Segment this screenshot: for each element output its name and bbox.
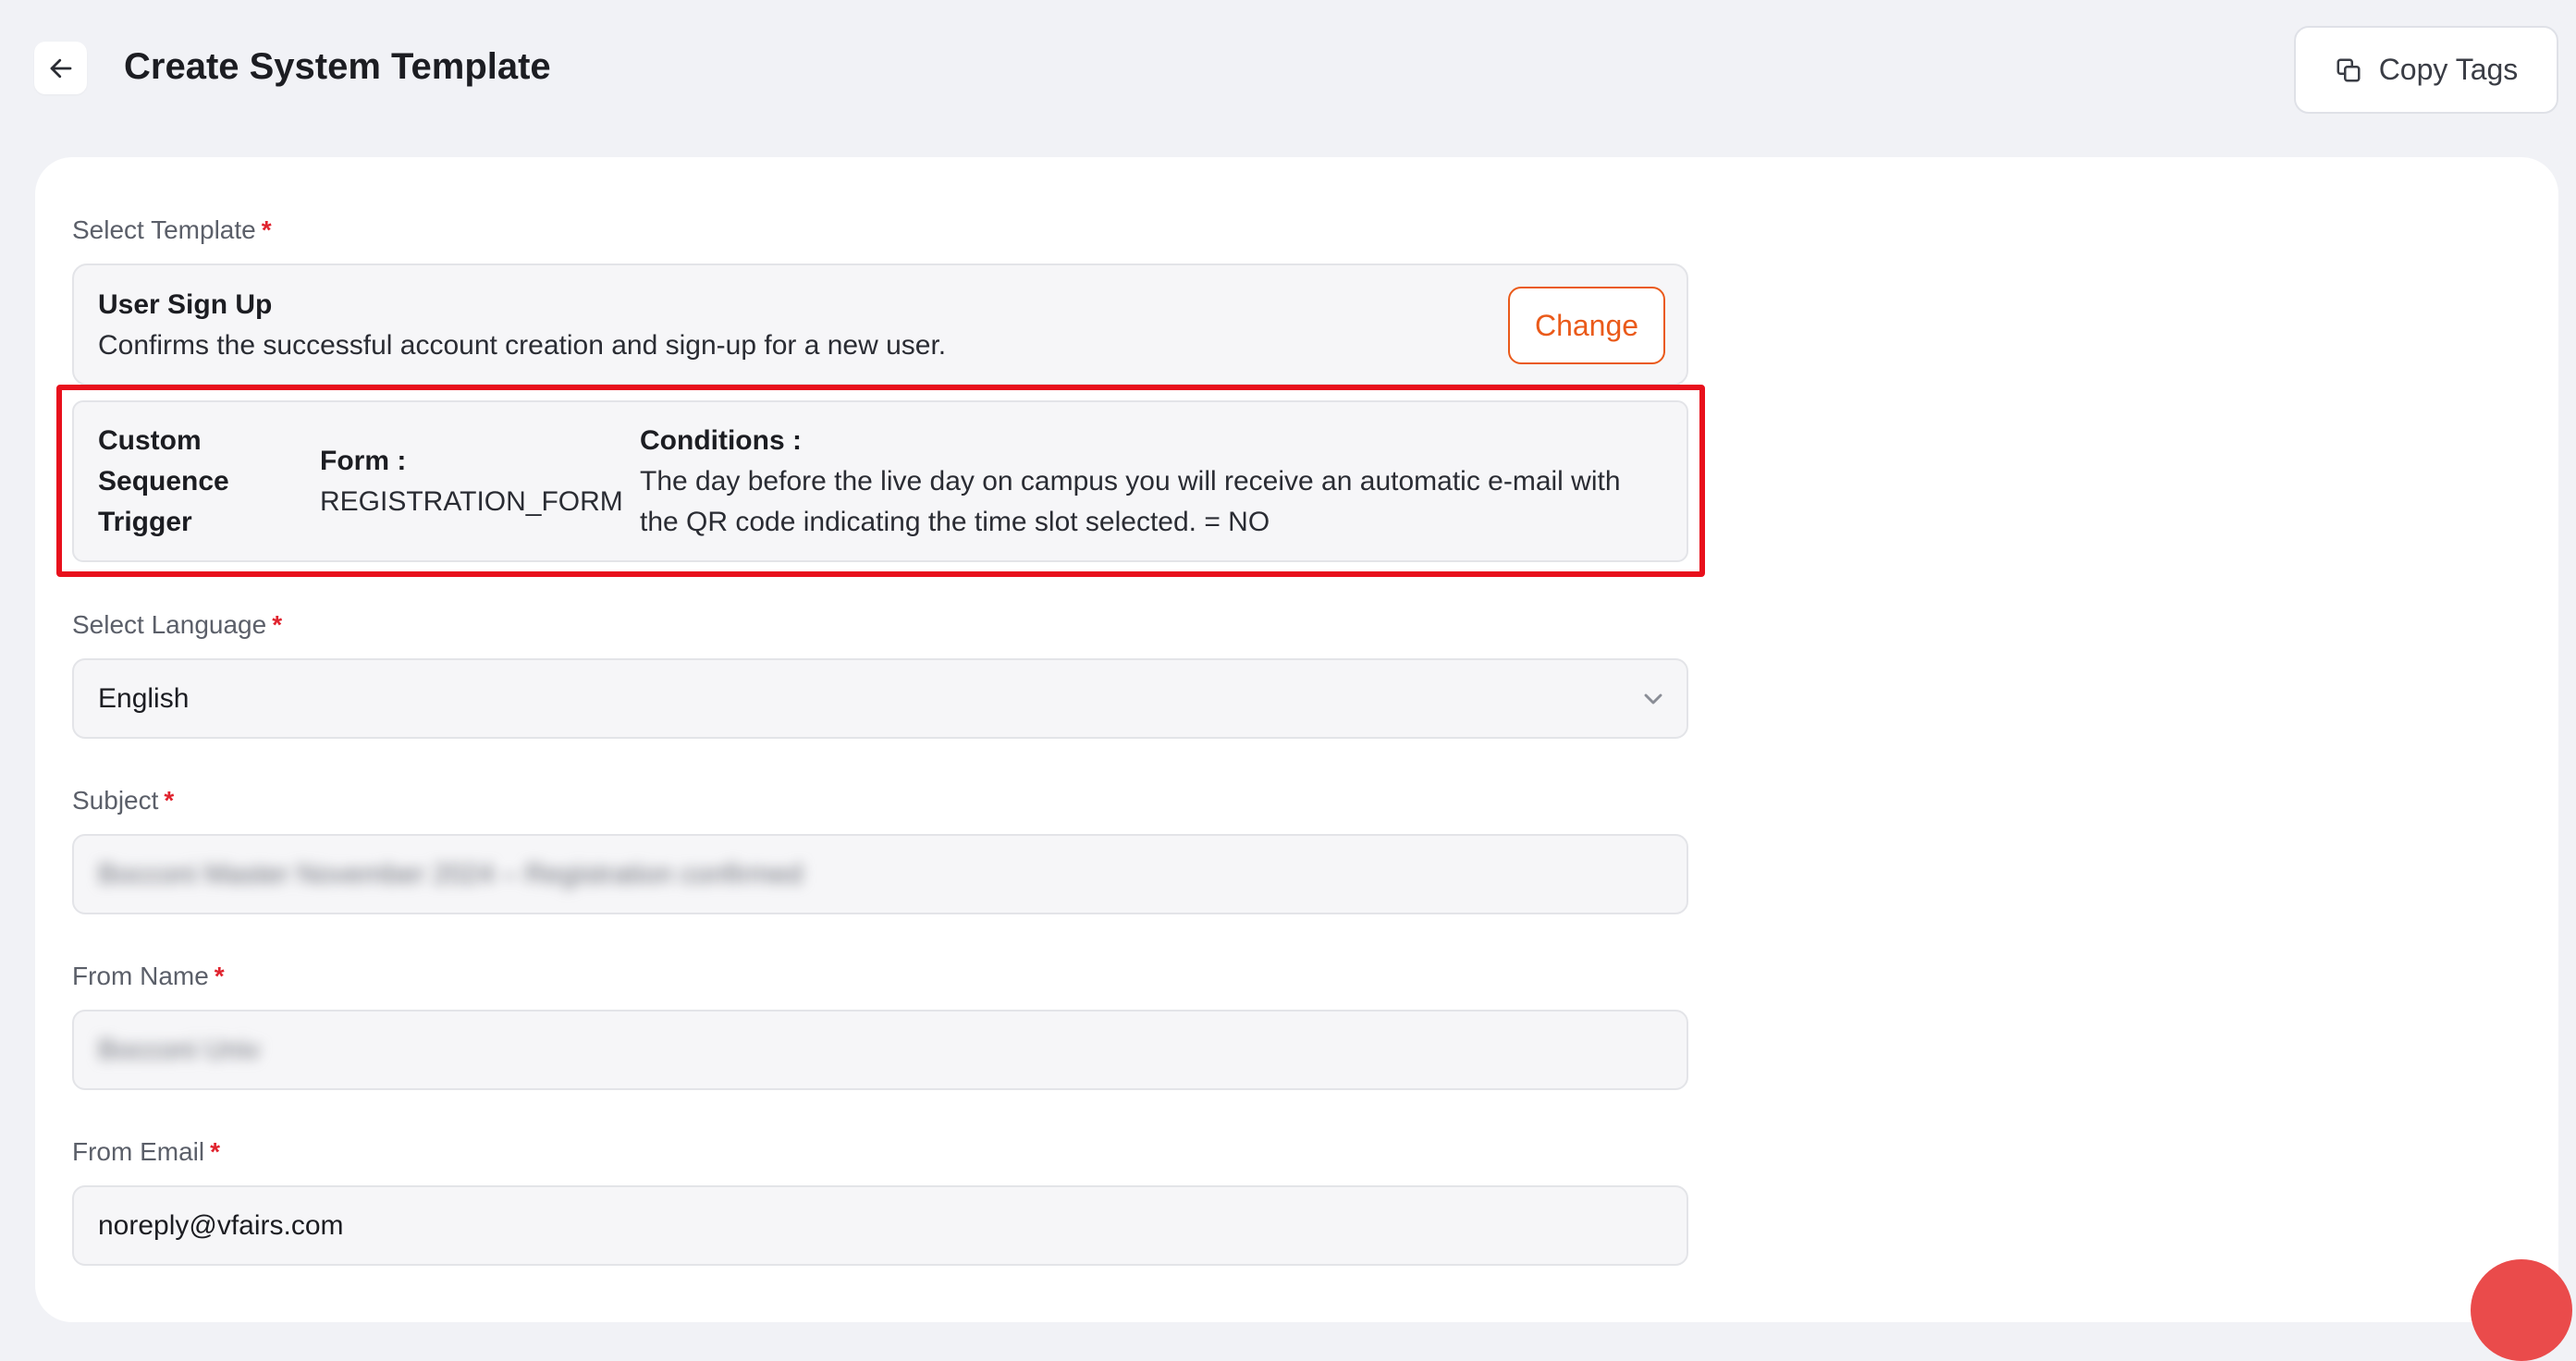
required-marker: *	[164, 786, 175, 815]
copy-tags-button[interactable]: Copy Tags	[2294, 26, 2558, 114]
selected-template-box: User Sign Up Confirms the successful acc…	[72, 264, 1688, 386]
select-template-label: Select Template *	[72, 215, 272, 244]
change-template-button[interactable]: Change	[1508, 287, 1665, 364]
from-email-label: From Email *	[72, 1137, 221, 1166]
from-email-value: noreply@vfairs.com	[98, 1209, 344, 1241]
copy-icon	[2337, 58, 2361, 81]
subject-value: Bocconi Master November 2024 – Registrat…	[98, 858, 803, 889]
arrow-left-icon	[50, 58, 71, 78]
floating-action-button[interactable]	[2471, 1259, 2572, 1361]
from-name-input[interactable]: Bocconi Univ	[72, 1010, 1688, 1090]
subject-input[interactable]: Bocconi Master November 2024 – Registrat…	[72, 834, 1688, 914]
subject-label: Subject *	[72, 786, 175, 815]
from-name-label: From Name *	[72, 962, 225, 990]
template-name: User Sign Up	[98, 289, 273, 320]
from-name-value: Bocconi Univ	[98, 1034, 261, 1065]
copy-tags-label: Copy Tags	[2378, 53, 2519, 86]
required-marker: *	[210, 1137, 221, 1166]
select-language-label: Select Language *	[72, 610, 283, 639]
chevron-down-icon	[1644, 693, 1662, 705]
template-description: Confirms the successful account creation…	[98, 330, 947, 361]
from-email-input[interactable]: noreply@vfairs.com	[72, 1185, 1688, 1266]
back-button[interactable]	[34, 42, 87, 94]
language-select[interactable]: English	[72, 658, 1688, 739]
highlight-box	[56, 385, 1705, 577]
language-value: English	[98, 682, 190, 714]
required-marker: *	[214, 962, 225, 990]
required-marker: *	[272, 610, 283, 639]
page-title: Create System Template	[124, 46, 551, 87]
required-marker: *	[261, 215, 272, 244]
